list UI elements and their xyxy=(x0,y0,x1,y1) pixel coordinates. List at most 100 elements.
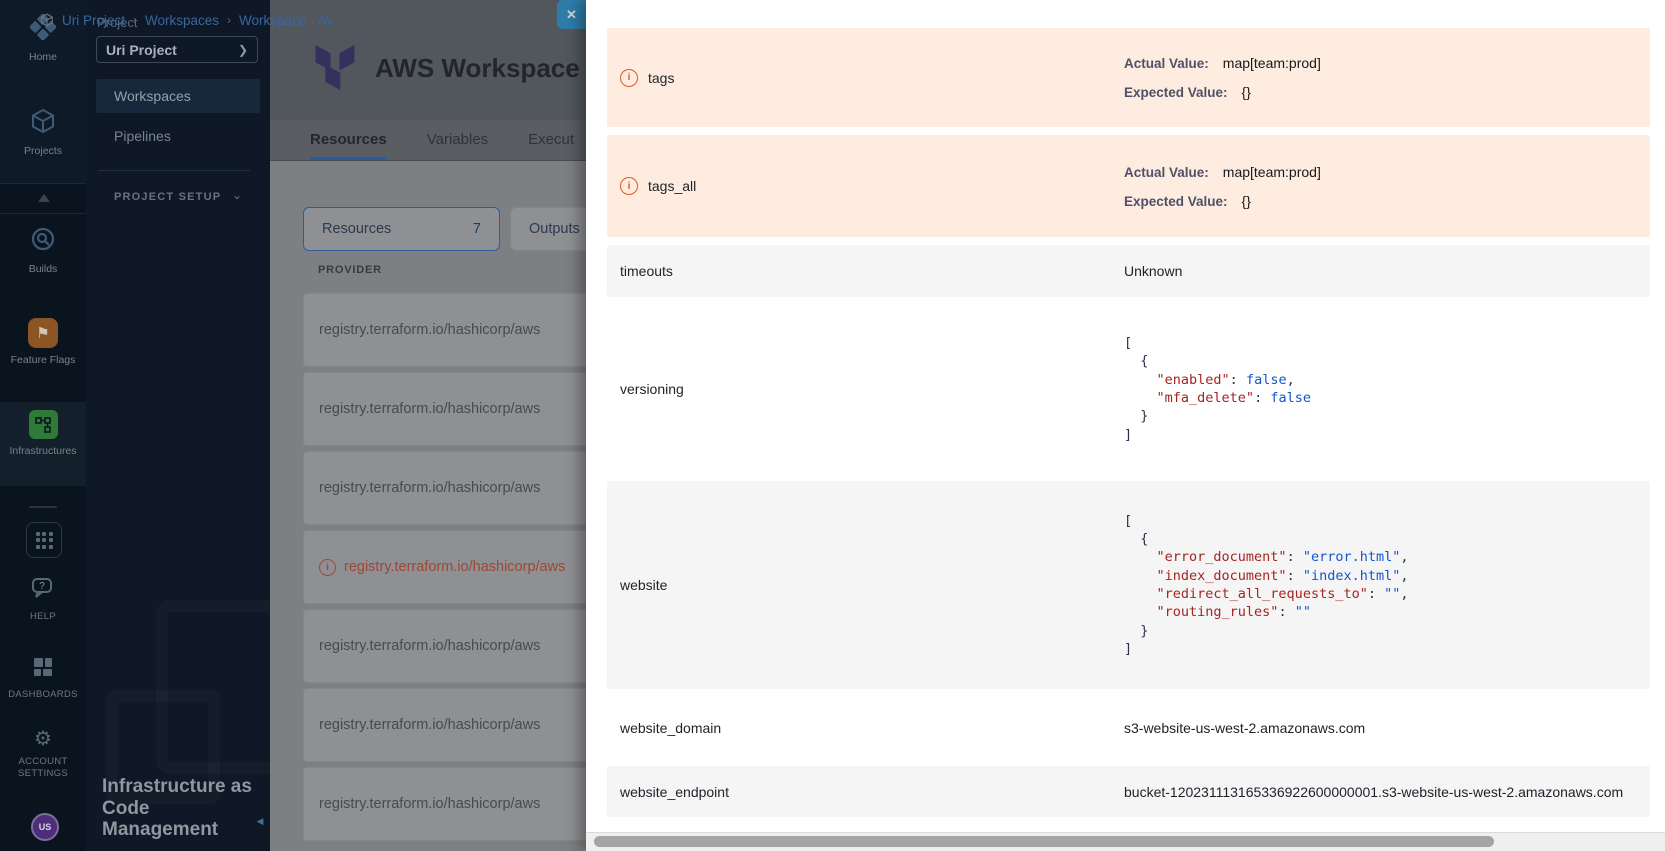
infra-icon xyxy=(29,410,58,439)
outputs-selector-label: Outputs xyxy=(529,221,580,237)
alert-info-icon: i xyxy=(319,559,336,576)
actual-value: map[team:prod] xyxy=(1223,164,1321,180)
expected-value-label: Expected Value: xyxy=(1124,194,1228,209)
tab-variables[interactable]: Variables xyxy=(427,120,488,160)
attribute-name: website_domain xyxy=(620,720,721,736)
breadcrumb-link-workspace[interactable]: Workspace - AW xyxy=(239,13,332,28)
rail-item-label: Feature Flags xyxy=(11,354,76,366)
attribute-name: tags xyxy=(648,70,674,86)
drawer-row-website_domain: website_domain s3-website-us-west-2.amazo… xyxy=(607,697,1650,758)
rail-item-label: Home xyxy=(29,51,57,63)
drawer-row-versioning: versioning[ { "enabled": false, "mfa_del… xyxy=(607,305,1650,473)
breadcrumb-link-workspaces[interactable]: Workspaces xyxy=(145,13,219,28)
attribute-name-cell: versioning xyxy=(607,305,1124,473)
panel-footer-title: Infrastructure asCodeManagement xyxy=(102,776,252,841)
actual-value-label: Actual Value: xyxy=(1124,165,1209,180)
expected-value: {} xyxy=(1242,193,1251,209)
attribute-value-cell: Actual Value:map[team:prod]Expected Valu… xyxy=(1124,28,1650,127)
rail-item-help[interactable]: ? HELP xyxy=(0,576,86,623)
gear-icon: ⚙ xyxy=(34,728,52,750)
builds-icon xyxy=(30,226,56,257)
provider-cell: registry.terraform.io/hashicorp/aws xyxy=(344,559,565,575)
attribute-name-cell: timeouts xyxy=(607,245,1124,297)
attribute-name-cell: website_endpoint xyxy=(607,766,1124,817)
expected-value: {} xyxy=(1242,84,1251,100)
rail-item-projects[interactable]: Projects xyxy=(0,108,86,157)
rail-item-label: ACCOUNT SETTINGS xyxy=(5,756,81,780)
attribute-name: timeouts xyxy=(620,263,673,279)
attribute-name-cell: itags_all xyxy=(607,135,1124,237)
breadcrumb-separator: › xyxy=(227,13,231,27)
attribute-value-cell: Unknown xyxy=(1124,245,1650,297)
rail-item-infrastructures[interactable]: Infrastructures xyxy=(0,410,86,457)
provider-cell: registry.terraform.io/hashicorp/aws xyxy=(319,638,540,654)
svg-text:?: ? xyxy=(39,581,45,592)
attribute-value-cell: Actual Value: map[team:prod] Expected Valu… xyxy=(1124,135,1650,237)
collapse-left-icon: ◀ xyxy=(257,816,264,827)
apps-grid-button[interactable] xyxy=(26,522,62,558)
page-title: AWS Workspace xyxy=(375,53,580,84)
close-icon: ✕ xyxy=(566,8,577,21)
terraform-logo xyxy=(313,45,357,91)
flag-icon: ⚑ xyxy=(28,318,58,348)
box-icon xyxy=(40,13,54,27)
attribute-name: versioning xyxy=(620,381,684,397)
rail-item-label: Infrastructures xyxy=(9,445,76,457)
attribute-value-cell: s3-website-us-west-2.amazonaws.com xyxy=(1124,697,1650,758)
attribute-value-cell: [ { "error_document": "error.html", "ind… xyxy=(1124,481,1650,689)
resources-selector-card[interactable]: Resources 7 xyxy=(303,207,500,251)
attribute-json-value: [ { "error_document": "error.html", "ind… xyxy=(1124,512,1650,658)
user-avatar[interactable]: US xyxy=(31,813,59,841)
breadcrumb-link-project[interactable]: Uri Project xyxy=(62,13,125,28)
attribute-name-cell: website xyxy=(607,481,1124,689)
divider xyxy=(0,213,86,214)
attribute-name-cell: website_domain xyxy=(607,697,1124,758)
rail-item-label: Builds xyxy=(29,263,58,275)
provider-column-header: PROVIDER xyxy=(318,264,382,276)
breadcrumb: Uri Project › Workspaces › Workspace - A… xyxy=(40,11,332,29)
tab-execut[interactable]: Execut xyxy=(528,120,574,160)
drawer-row-website: website [ { "error_document": "error.html… xyxy=(607,481,1650,689)
panel-collapse-handle[interactable]: ◀ xyxy=(250,795,270,847)
sidebar-item-pipelines[interactable]: Pipelines xyxy=(114,128,171,144)
drawer-row-timeouts: timeouts Unknown xyxy=(607,245,1650,297)
panel-footer-line: Code xyxy=(102,798,252,820)
rail-item-label: HELP xyxy=(30,611,56,623)
alert-info-icon: i xyxy=(620,177,638,195)
provider-cell: registry.terraform.io/hashicorp/aws xyxy=(319,322,540,338)
horizontal-scrollbar[interactable] xyxy=(586,832,1665,851)
alert-info-icon: i xyxy=(620,69,638,87)
actual-value-line: Actual Value: map[team:prod] xyxy=(1124,164,1650,180)
actual-value: map[team:prod] xyxy=(1223,55,1321,71)
attribute-name: website xyxy=(620,577,667,593)
attribute-name-cell: itags xyxy=(607,28,1124,127)
rail-item-account-settings[interactable]: ⚙ ACCOUNT SETTINGS xyxy=(0,728,86,780)
tab-resources[interactable]: Resources xyxy=(310,120,387,160)
attribute-value: s3-website-us-west-2.amazonaws.com xyxy=(1124,720,1650,736)
rail-item-builds[interactable]: Builds xyxy=(0,226,86,275)
sidebar-item-label: Workspaces xyxy=(114,88,191,104)
sidebar-item-workspaces[interactable]: Workspaces xyxy=(96,79,260,113)
expected-value-line: Expected Value: {} xyxy=(1124,193,1650,209)
dashboards-icon xyxy=(32,656,54,683)
resources-selector-label: Resources xyxy=(322,221,391,237)
panel-footer-line: Management xyxy=(102,819,252,841)
drawer-close-button[interactable]: ✕ xyxy=(557,0,586,29)
provider-cell: registry.terraform.io/hashicorp/aws xyxy=(319,480,540,496)
drawer-row-tags: itagsActual Value:map[team:prod]Expected… xyxy=(607,28,1650,127)
grid-icon xyxy=(36,532,53,549)
collapse-up-icon[interactable] xyxy=(38,194,50,202)
chevron-down-icon: ⌄ xyxy=(232,188,242,202)
provider-cell: registry.terraform.io/hashicorp/aws xyxy=(319,401,540,417)
scrollbar-thumb[interactable] xyxy=(594,836,1494,847)
drawer-row-website_endpoint: website_endpoint bucket-12023111316533692… xyxy=(607,766,1650,817)
divider xyxy=(29,506,57,508)
project-setup-toggle[interactable]: PROJECT SETUP xyxy=(114,191,221,203)
rail-item-dashboards[interactable]: DASHBOARDS xyxy=(0,656,86,701)
attribute-value-cell: bucket-120231113165336922600000001.s3-we… xyxy=(1124,766,1650,817)
drawer-row-tags_all: itags_allActual Value: map[team:prod] Expe… xyxy=(607,135,1650,237)
rail-item-label: Projects xyxy=(24,145,62,157)
rail-item-feature-flags[interactable]: ⚑ Feature Flags xyxy=(0,318,86,366)
attribute-name: website_endpoint xyxy=(620,784,729,800)
project-selector[interactable]: Uri Project ❯ xyxy=(96,36,258,63)
